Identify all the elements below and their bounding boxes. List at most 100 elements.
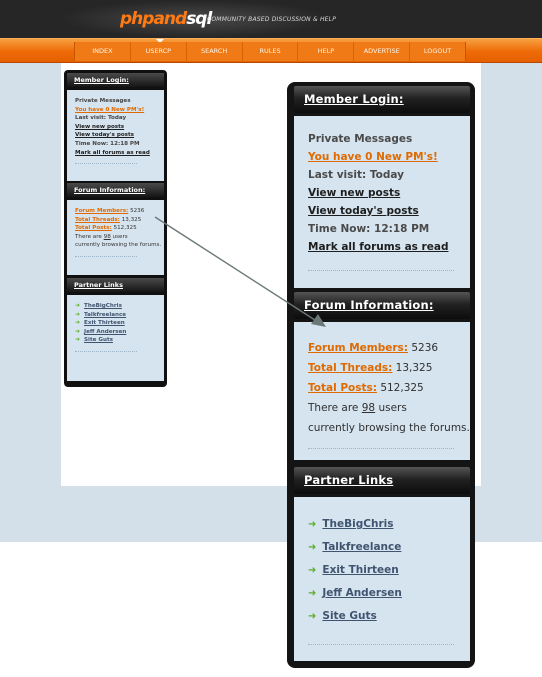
mark-all-read-link[interactable]: Mark all forums as read bbox=[308, 241, 448, 253]
last-visit: Last visit: Today bbox=[308, 169, 404, 181]
site-logo[interactable]: phpandsql bbox=[120, 9, 212, 29]
small-total-threads-link[interactable]: Total Threads: bbox=[75, 217, 120, 223]
small-total-threads-value: 13,325 bbox=[121, 216, 142, 223]
arrow-right-icon: ➜ bbox=[75, 327, 81, 335]
small-divider bbox=[75, 163, 137, 165]
member-login-title[interactable]: Member Login: bbox=[294, 86, 470, 113]
small-time-now: Time Now: 12:18 PM bbox=[75, 140, 140, 147]
total-threads-link[interactable]: Total Threads: bbox=[308, 362, 392, 374]
partner-link-exit-thirteen[interactable]: Exit Thirteen bbox=[322, 564, 398, 576]
browsing-line2: currently browsing the forums. bbox=[308, 422, 470, 434]
partner-item: ➜ TheBigChris bbox=[308, 513, 456, 536]
arrow-right-icon: ➜ bbox=[308, 588, 317, 599]
logo-prefix: phpand bbox=[120, 9, 187, 29]
small-total-posts-value: 512,325 bbox=[113, 225, 137, 232]
sidebar-widget-large: Member Login: Private Messages You have … bbox=[287, 82, 475, 668]
new-pms-link[interactable]: You have 0 New PM's! bbox=[308, 151, 438, 163]
small-partner-item: ➜ Talkfreelance bbox=[75, 311, 156, 320]
partner-link-jeff-andersen[interactable]: Jeff Andersen bbox=[322, 587, 401, 599]
partner-link-site-guts[interactable]: Site Guts bbox=[322, 610, 376, 622]
partner-link-thebigchris[interactable]: TheBigChris bbox=[322, 518, 393, 530]
arrow-right-icon: ➜ bbox=[75, 310, 81, 318]
member-login-header: Member Login: bbox=[294, 86, 470, 113]
arrow-right-icon: ➜ bbox=[75, 336, 81, 344]
view-todays-posts-link[interactable]: View today's posts bbox=[308, 205, 419, 217]
partner-item: ➜ Jeff Andersen bbox=[308, 582, 456, 605]
partner-item: ➜ Site Guts bbox=[308, 605, 456, 628]
nav-item-help[interactable]: HELP bbox=[298, 42, 355, 61]
browsing-prefix: There are bbox=[308, 402, 359, 414]
arrow-right-icon: ➜ bbox=[308, 611, 317, 622]
page-background-left bbox=[0, 63, 61, 542]
small-browsing-suffix: users bbox=[112, 233, 128, 240]
partner-links-panel: ➜ TheBigChris ➜ Talkfreelance ➜ Exit Thirte… bbox=[294, 497, 470, 661]
small-partner-links-panel: ➜ TheBigChris ➜ Talkfreelance ➜ Exit Thirte… bbox=[67, 295, 164, 381]
arrow-right-icon: ➜ bbox=[75, 302, 81, 309]
main-navbar: INDEX USERCP SEARCH RULES HELP ADVERTISE… bbox=[0, 38, 542, 63]
small-forum-info-panel: Forum Members: 5236 Total Threads: 13,32… bbox=[67, 200, 164, 275]
small-partner-item: ➜ Jeff Andersen bbox=[75, 328, 156, 337]
browsing-suffix: users bbox=[378, 402, 407, 414]
small-forum-members-value: 5236 bbox=[130, 208, 145, 214]
small-new-pms-link[interactable]: You have 0 New PM's! bbox=[75, 107, 144, 113]
small-member-login-panel: Private Messages You have 0 New PM's! La… bbox=[67, 90, 164, 181]
small-partner-link-exit-thirteen[interactable]: Exit Thirteen bbox=[84, 320, 125, 326]
arrow-right-icon: ➜ bbox=[308, 565, 317, 576]
view-new-posts-link[interactable]: View new posts bbox=[308, 187, 400, 199]
small-private-messages-label: Private Messages bbox=[75, 98, 131, 104]
time-now: Time Now: 12:18 PM bbox=[308, 223, 430, 235]
nav-item-search[interactable]: SEARCH bbox=[187, 42, 243, 61]
small-partner-link-thebigchris[interactable]: TheBigChris bbox=[84, 303, 122, 309]
small-member-login-header: Member Login: bbox=[67, 73, 164, 87]
small-partner-link-jeff-andersen[interactable]: Jeff Andersen bbox=[84, 329, 126, 335]
nav-item-usercp[interactable]: USERCP bbox=[131, 42, 187, 61]
small-member-login-title[interactable]: Member Login: bbox=[67, 73, 164, 87]
sidebar-widget-small: Member Login: Private Messages You have … bbox=[64, 70, 167, 387]
small-browsing-count-link[interactable]: 98 bbox=[104, 234, 111, 240]
small-total-posts-link[interactable]: Total Posts: bbox=[75, 225, 112, 231]
member-login-divider bbox=[308, 270, 454, 271]
nav-item-rules[interactable]: RULES bbox=[243, 42, 299, 61]
small-forum-members-link[interactable]: Forum Members: bbox=[75, 208, 128, 214]
small-browsing-line2: currently browsing the forums. bbox=[75, 242, 162, 249]
total-threads-value: 13,325 bbox=[395, 362, 433, 374]
forum-info-header: Forum Information: bbox=[294, 292, 470, 319]
small-view-todays-posts-link[interactable]: View today's posts bbox=[75, 132, 134, 138]
forum-info-title[interactable]: Forum Information: bbox=[294, 292, 470, 319]
arrow-right-icon: ➜ bbox=[308, 519, 317, 530]
nav-item-index[interactable]: INDEX bbox=[75, 42, 131, 61]
partner-links-header: Partner Links bbox=[294, 467, 470, 494]
small-partner-item: ➜ Site Guts bbox=[75, 336, 156, 345]
forum-members-link[interactable]: Forum Members: bbox=[308, 342, 408, 354]
page-background-right bbox=[481, 63, 542, 542]
total-posts-link[interactable]: Total Posts: bbox=[308, 382, 377, 394]
partner-links-title[interactable]: Partner Links bbox=[294, 467, 470, 494]
member-login-panel: Private Messages You have 0 New PM's! La… bbox=[294, 116, 470, 288]
nav-menu: INDEX USERCP SEARCH RULES HELP ADVERTISE… bbox=[74, 42, 466, 61]
site-header: phpandsql COMMUNITY BASED DISCUSSION & H… bbox=[0, 0, 542, 38]
browsing-count-link[interactable]: 98 bbox=[362, 402, 375, 414]
small-browsing-prefix: There are bbox=[75, 233, 102, 240]
small-partner-link-site-guts[interactable]: Site Guts bbox=[84, 337, 113, 343]
private-messages-label: Private Messages bbox=[308, 133, 413, 145]
small-partner-links-title[interactable]: Partner Links bbox=[67, 278, 164, 292]
partner-link-talkfreelance[interactable]: Talkfreelance bbox=[322, 541, 401, 553]
forum-info-divider bbox=[308, 448, 454, 449]
arrow-right-icon: ➜ bbox=[308, 542, 317, 553]
forum-members-value: 5236 bbox=[411, 342, 439, 354]
site-tagline: COMMUNITY BASED DISCUSSION & HELP bbox=[207, 16, 337, 23]
small-mark-all-read-link[interactable]: Mark all forums as read bbox=[75, 150, 150, 156]
partner-links-divider bbox=[308, 644, 454, 645]
small-view-new-posts-link[interactable]: View new posts bbox=[75, 124, 124, 130]
small-partner-item: ➜ TheBigChris bbox=[75, 302, 156, 311]
forum-info-panel: Forum Members: 5236 Total Threads: 13,32… bbox=[294, 322, 470, 460]
small-divider bbox=[75, 255, 137, 257]
nav-item-advertise[interactable]: ADVERTISE bbox=[354, 42, 411, 61]
small-partner-links-header: Partner Links bbox=[67, 278, 164, 292]
small-forum-info-title[interactable]: Forum Information: bbox=[67, 183, 164, 197]
small-partner-link-talkfreelance[interactable]: Talkfreelance bbox=[84, 312, 126, 318]
nav-item-logout[interactable]: LOGOUT bbox=[410, 42, 465, 61]
small-forum-info-header: Forum Information: bbox=[67, 183, 164, 197]
partner-item: ➜ Talkfreelance bbox=[308, 536, 456, 559]
small-partner-item: ➜ Exit Thirteen bbox=[75, 319, 156, 328]
